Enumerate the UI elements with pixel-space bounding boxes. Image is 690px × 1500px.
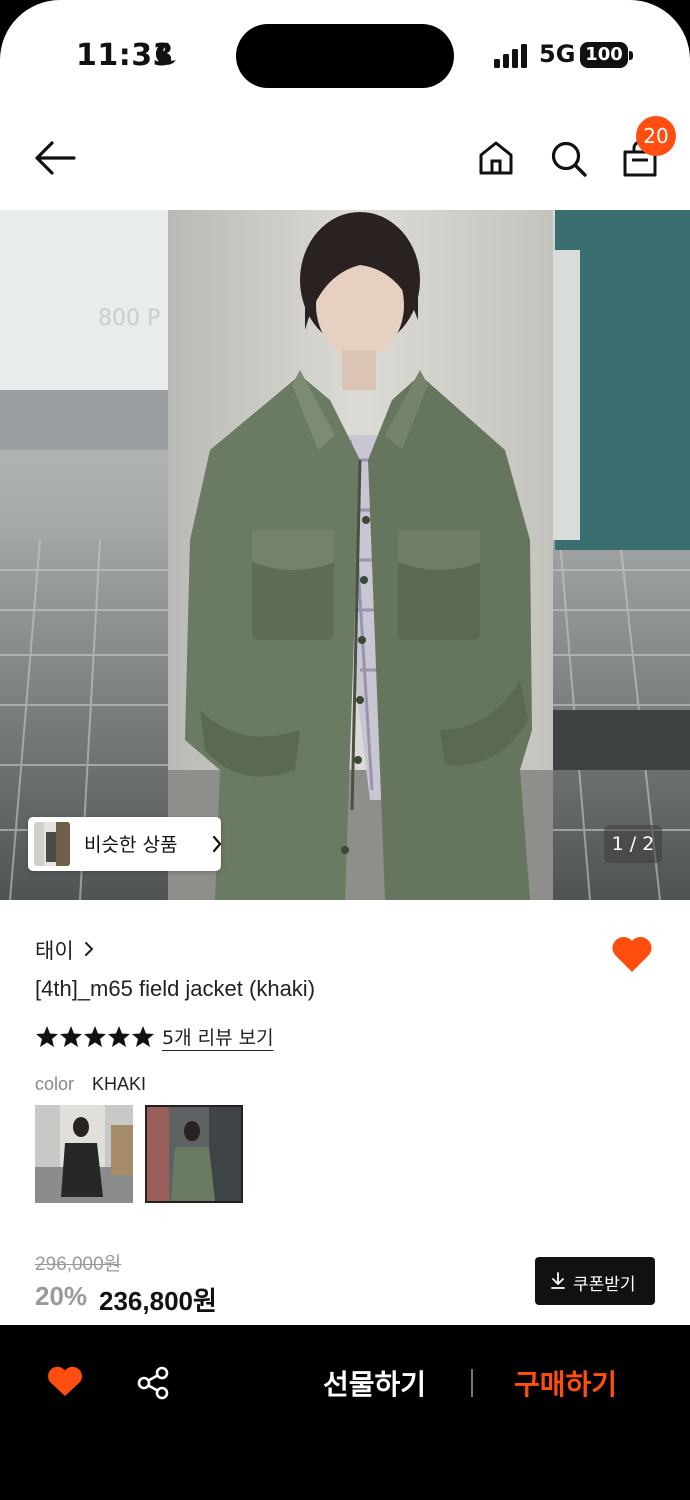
status-bar: 11:33 5G 100: [0, 0, 690, 110]
search-icon[interactable]: [550, 140, 588, 178]
rating-stars: [36, 1026, 154, 1047]
star-icon: [84, 1026, 106, 1047]
discount-rate: 20%: [35, 1281, 88, 1311]
buy-button[interactable]: 구매하기: [514, 1363, 617, 1403]
image-page-indicator: 1 / 2: [604, 825, 662, 863]
gift-button[interactable]: 선물하기: [323, 1363, 426, 1403]
network-type: 5G: [539, 40, 576, 68]
chevron-right-icon[interactable]: [84, 941, 94, 957]
battery-nub: [629, 51, 633, 60]
share-icon[interactable]: [136, 1366, 170, 1400]
star-icon: [108, 1026, 130, 1047]
heart-icon[interactable]: [610, 934, 654, 974]
color-option-thumbnail: [35, 1105, 133, 1203]
color-label: color: [35, 1074, 75, 1094]
svg-text:800 P: 800 P: [98, 306, 160, 331]
app-screen: 11:33 5G 100 20 800 P 비슷한 상품 1 / 2 태이 [4…: [0, 0, 690, 1500]
action-divider: [471, 1369, 473, 1397]
star-icon: [36, 1026, 58, 1047]
similar-thumbnail-image: [34, 822, 70, 866]
similar-product-thumbnail: [34, 822, 70, 866]
similar-products-button[interactable]: 비슷한 상품: [28, 817, 222, 871]
moon-icon: [155, 42, 176, 65]
original-price: 296,000원: [35, 1254, 122, 1275]
signal-icon: [494, 44, 527, 68]
color-option-khaki[interactable]: [145, 1105, 243, 1203]
product-title: [4th]_m65 field jacket (khaki): [35, 976, 316, 1001]
color-option-black[interactable]: [35, 1105, 133, 1203]
product-photo-illustration: 800 P: [0, 210, 690, 900]
battery-level: 100: [580, 42, 628, 68]
bottom-action-bar: 선물하기 구매하기: [0, 1325, 690, 1500]
home-icon[interactable]: [478, 140, 514, 176]
product-image[interactable]: 800 P: [0, 210, 690, 900]
color-value: KHAKI: [92, 1074, 147, 1094]
star-icon: [60, 1026, 82, 1047]
back-arrow-icon[interactable]: [34, 140, 76, 176]
download-icon: [551, 1272, 565, 1289]
review-link[interactable]: 5개 리뷰 보기: [162, 1023, 274, 1050]
heart-icon[interactable]: [47, 1365, 83, 1397]
similar-products-label: 비슷한 상품: [84, 834, 178, 856]
dynamic-island: [236, 24, 454, 88]
coupon-label: 쿠폰받기: [573, 1275, 636, 1295]
chevron-right-icon: [212, 835, 222, 853]
star-icon: [132, 1026, 154, 1047]
cart-count-badge: 20: [636, 116, 676, 156]
sale-price: 236,800원: [99, 1286, 217, 1316]
coupon-button[interactable]: 쿠폰받기: [535, 1257, 655, 1305]
color-option-thumbnail: [147, 1107, 241, 1201]
brand-link[interactable]: 태이: [35, 935, 74, 965]
